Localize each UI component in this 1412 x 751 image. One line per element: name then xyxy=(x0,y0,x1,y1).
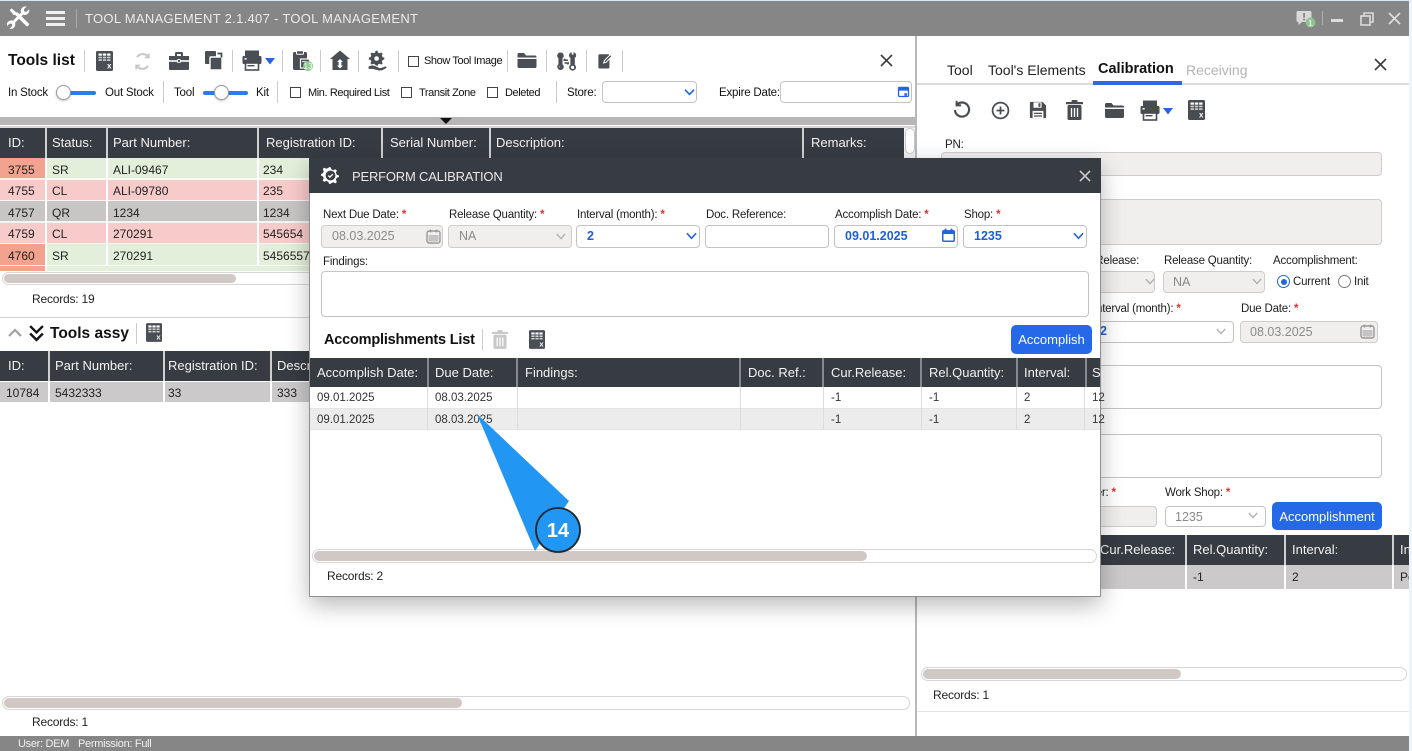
svg-text:x: x xyxy=(1199,111,1204,120)
svg-text:1: 1 xyxy=(1308,18,1313,28)
svg-text:x: x xyxy=(107,62,112,71)
svg-text:13: 13 xyxy=(304,62,313,71)
